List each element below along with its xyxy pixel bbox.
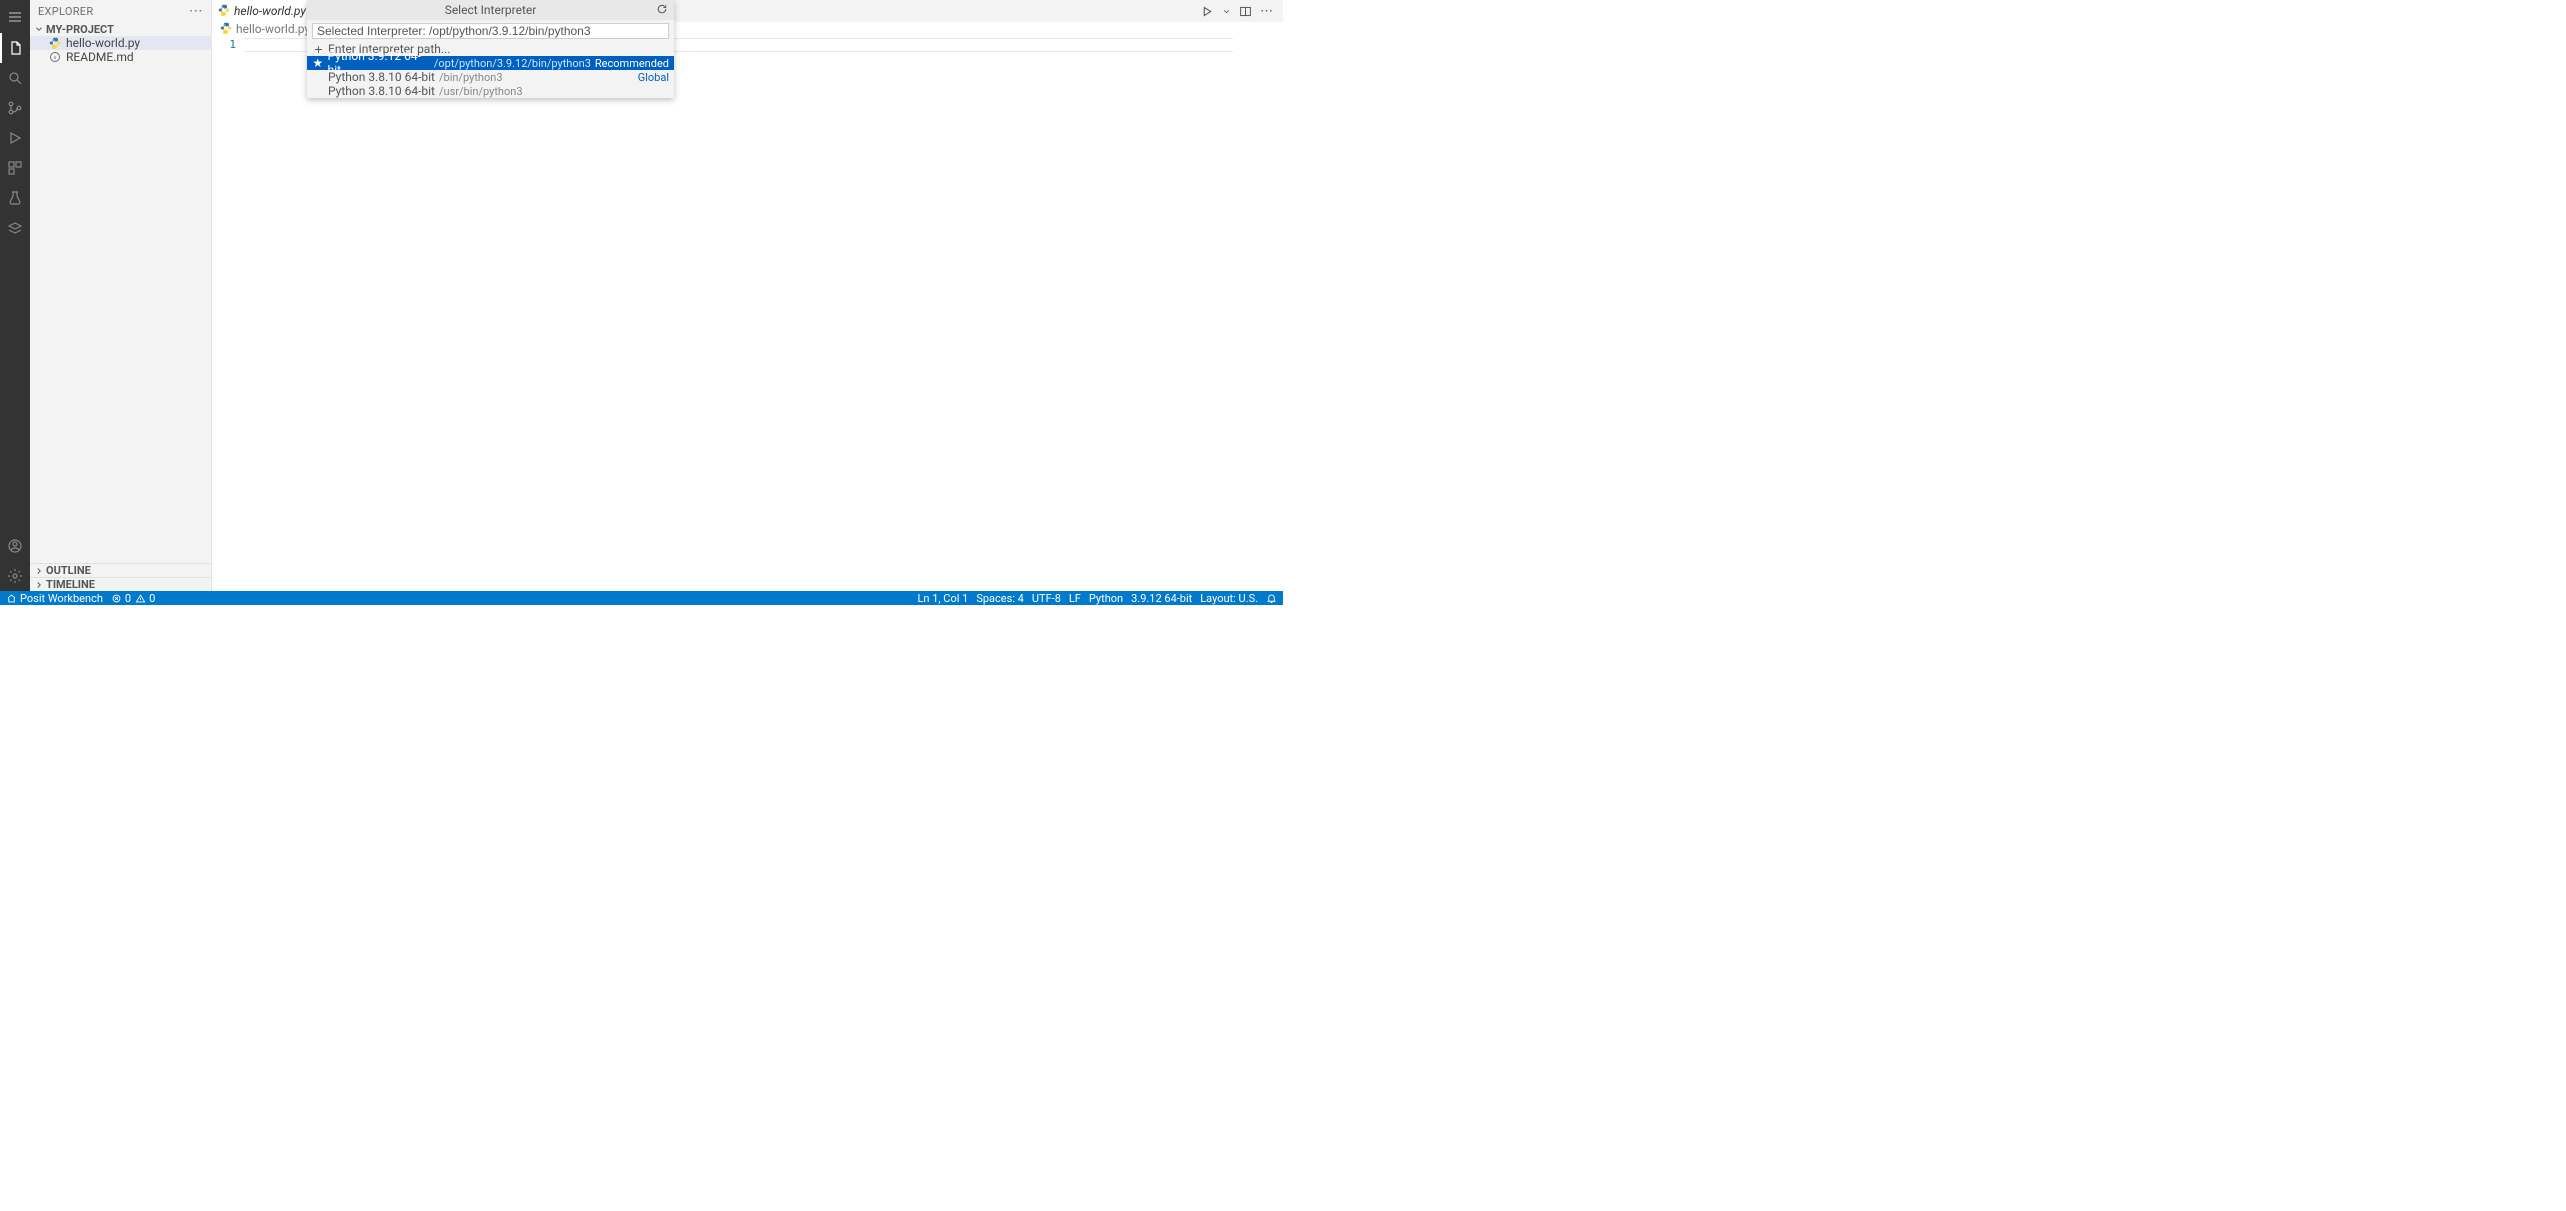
chevron-right-icon xyxy=(34,580,44,590)
interpreter-option[interactable]: ★ Python 3.9.12 64-bit /opt/python/3.9.1… xyxy=(307,56,674,70)
run-debug-icon[interactable] xyxy=(0,123,30,153)
testing-icon[interactable] xyxy=(0,183,30,213)
activity-bar xyxy=(0,0,30,591)
star-icon: ★ xyxy=(312,56,323,70)
keyboard-layout[interactable]: Layout: U.S. xyxy=(1200,592,1258,605)
workbench-label: Posit Workbench xyxy=(20,592,103,605)
code-area[interactable] xyxy=(244,36,1283,591)
file-item[interactable]: hello-world.py xyxy=(30,36,211,50)
chevron-down-icon xyxy=(34,24,44,34)
remote-workbench[interactable]: Posit Workbench xyxy=(6,592,103,605)
file-tree: hello-world.py README.md xyxy=(30,36,211,563)
tab-label: hello-world.py xyxy=(234,4,306,18)
section-label: TIMELINE xyxy=(46,578,95,591)
encoding[interactable]: UTF-8 xyxy=(1032,592,1061,605)
problems-warnings[interactable]: 0 xyxy=(135,592,155,605)
eol[interactable]: LF xyxy=(1069,592,1081,605)
problems-errors[interactable]: 0 xyxy=(111,592,131,605)
picker-input[interactable] xyxy=(312,23,669,39)
file-name: README.md xyxy=(66,50,134,64)
search-icon[interactable] xyxy=(0,63,30,93)
interpreter-path: /opt/python/3.9.12/bin/python3 xyxy=(434,57,591,70)
project-name: MY-PROJECT xyxy=(46,23,114,36)
info-file-icon xyxy=(48,50,62,64)
interpreter-label: Python 3.8.10 64-bit xyxy=(328,70,435,84)
refresh-icon[interactable] xyxy=(656,3,668,18)
interpreter-picker: Select Interpreter Enter interpreter pat… xyxy=(307,0,674,98)
error-count: 0 xyxy=(125,592,131,605)
outline-section[interactable]: OUTLINE xyxy=(30,563,211,577)
python-file-icon xyxy=(48,36,62,50)
interpreter-path: /usr/bin/python3 xyxy=(439,85,523,98)
python-interpreter[interactable]: 3.9.12 64-bit xyxy=(1131,592,1192,605)
run-dropdown-icon[interactable] xyxy=(1222,7,1231,16)
chevron-right-icon xyxy=(34,566,44,576)
indentation[interactable]: Spaces: 4 xyxy=(976,592,1024,605)
extensions-icon[interactable] xyxy=(0,153,30,183)
accounts-icon[interactable] xyxy=(0,531,30,561)
interpreter-label: Python 3.8.10 64-bit xyxy=(328,84,435,98)
interpreter-tag: Global xyxy=(638,71,669,84)
picker-title-bar: Select Interpreter xyxy=(307,0,674,20)
source-control-icon[interactable] xyxy=(0,93,30,123)
file-name: hello-world.py xyxy=(66,36,140,50)
timeline-section[interactable]: TIMELINE xyxy=(30,577,211,591)
sidebar-more-icon[interactable]: ⋯ xyxy=(189,3,203,19)
workbench-icon[interactable] xyxy=(0,213,30,243)
warning-count: 0 xyxy=(149,592,155,605)
interpreter-path: /bin/python3 xyxy=(439,71,503,84)
run-icon[interactable] xyxy=(1201,5,1214,18)
notifications-icon[interactable] xyxy=(1266,593,1277,604)
sidebar-title: EXPLORER xyxy=(38,5,93,18)
menu-icon[interactable] xyxy=(0,2,30,32)
split-editor-icon[interactable] xyxy=(1239,5,1252,18)
editor-actions: ⋯ xyxy=(1201,4,1283,19)
settings-gear-icon[interactable] xyxy=(0,561,30,591)
language-mode[interactable]: Python xyxy=(1089,592,1123,605)
section-label: OUTLINE xyxy=(46,564,91,577)
interpreter-option[interactable]: Python 3.8.10 64-bit /usr/bin/python3 xyxy=(307,84,674,98)
python-file-icon xyxy=(220,22,232,37)
sidebar-header: EXPLORER ⋯ xyxy=(30,0,211,22)
picker-title: Select Interpreter xyxy=(445,3,537,17)
project-folder-header[interactable]: MY-PROJECT xyxy=(30,22,211,36)
editor-body[interactable]: 1 xyxy=(212,36,1283,591)
breadcrumb-label: hello-world.py xyxy=(236,22,310,36)
interpreter-option[interactable]: Python 3.8.10 64-bit /bin/python3 Global xyxy=(307,70,674,84)
python-file-icon xyxy=(218,4,230,19)
plus-icon xyxy=(312,44,324,55)
more-actions-icon[interactable]: ⋯ xyxy=(1260,4,1273,19)
interpreter-tag: Recommended xyxy=(595,57,669,70)
line-numbers: 1 xyxy=(212,36,244,591)
cursor-position[interactable]: Ln 1, Col 1 xyxy=(918,592,969,605)
status-bar: Posit Workbench 0 0 Ln 1, Col 1 Spaces: … xyxy=(0,591,1283,605)
file-item[interactable]: README.md xyxy=(30,50,211,64)
line-number: 1 xyxy=(212,38,236,51)
sidebar: EXPLORER ⋯ MY-PROJECT hello-world.py xyxy=(30,0,212,591)
explorer-icon[interactable] xyxy=(0,33,30,63)
